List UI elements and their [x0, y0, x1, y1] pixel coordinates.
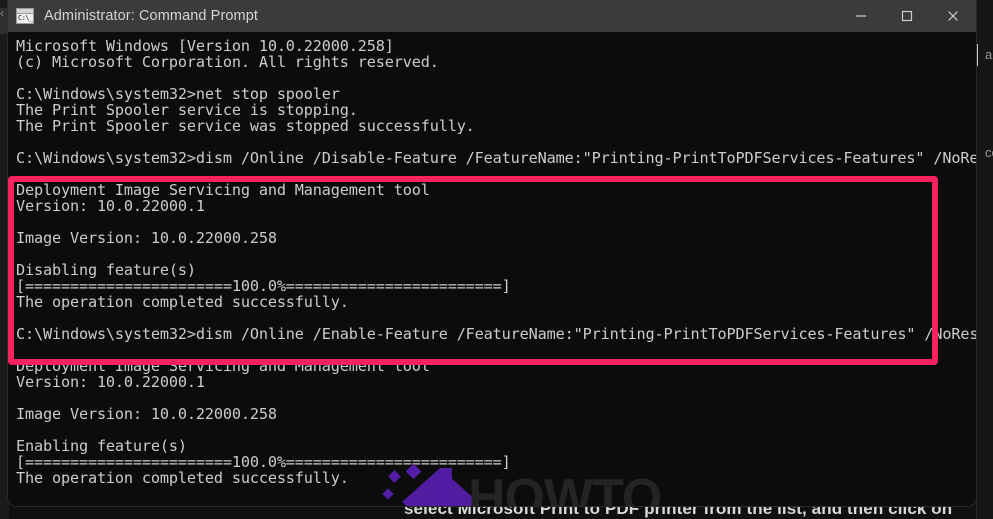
- minimize-icon[interactable]: [838, 0, 884, 32]
- background-right-panel: [976, 0, 993, 519]
- close-icon[interactable]: [930, 0, 976, 32]
- background-text-caret: [976, 44, 978, 66]
- console-text: Microsoft Windows [Version 10.0.22000.25…: [16, 37, 976, 487]
- window-title: Administrator: Command Prompt: [44, 8, 259, 24]
- window-title-bar[interactable]: Administrator: Command Prompt: [8, 0, 976, 32]
- background-left-glyph: ‹: [0, 6, 4, 20]
- background-right-text-mid: ce: [985, 145, 993, 160]
- console-output-area[interactable]: Microsoft Windows [Version 10.0.22000.25…: [8, 32, 976, 506]
- maximize-icon[interactable]: [884, 0, 930, 32]
- command-prompt-icon: [16, 8, 34, 24]
- background-right-text-top: ar: [985, 47, 993, 62]
- command-prompt-window[interactable]: Administrator: Command Prompt Micro: [8, 0, 976, 506]
- window-controls[interactable]: [838, 0, 976, 32]
